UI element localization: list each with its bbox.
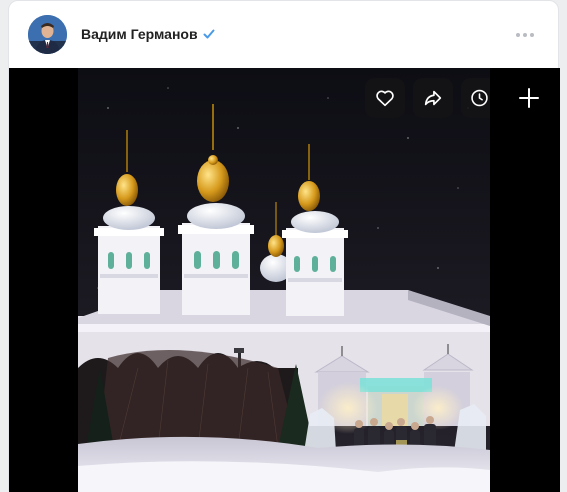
author-avatar[interactable] bbox=[28, 15, 67, 54]
clock-icon bbox=[471, 89, 488, 107]
plus-icon[interactable] bbox=[515, 84, 543, 112]
video-frame[interactable] bbox=[78, 68, 490, 492]
author-name[interactable]: Вадим Германов bbox=[81, 26, 198, 42]
watch-later-button[interactable] bbox=[461, 78, 490, 118]
like-button[interactable] bbox=[365, 78, 405, 118]
post-card: Вадим Германов bbox=[8, 0, 560, 492]
verified-check-icon bbox=[203, 29, 215, 39]
video-thumbnail-church-night bbox=[78, 68, 490, 492]
post-header: Вадим Германов bbox=[9, 1, 558, 68]
share-button[interactable] bbox=[413, 78, 453, 118]
heart-icon bbox=[376, 90, 394, 107]
video-player[interactable] bbox=[9, 68, 560, 492]
more-dots-icon[interactable] bbox=[516, 29, 536, 41]
author-name-row[interactable]: Вадим Германов bbox=[81, 26, 215, 42]
share-arrow-icon bbox=[424, 90, 442, 106]
